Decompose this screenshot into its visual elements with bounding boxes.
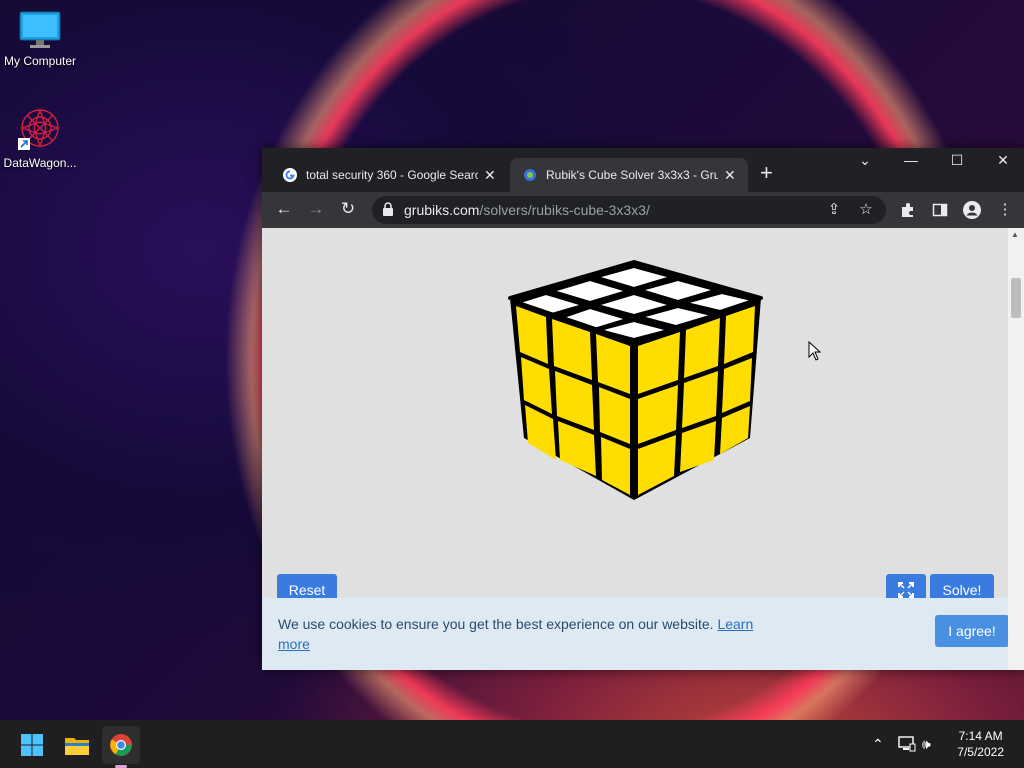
- url-text: grubiks.com/solvers/rubiks-cube-3x3x3/: [404, 202, 650, 218]
- tab-title: Rubik's Cube Solver 3x3x3 - Grubiks: [546, 168, 718, 182]
- page-content: Reset Solve! We use cookies to ensure yo…: [262, 228, 1008, 670]
- scroll-up-icon[interactable]: ▲: [1011, 230, 1019, 239]
- folder-icon: [65, 738, 89, 755]
- bookmark-star-icon[interactable]: ☆: [856, 200, 876, 218]
- forward-button[interactable]: →: [305, 199, 327, 219]
- menu-icon[interactable]: ⋮: [995, 200, 1015, 218]
- page-scrollbar[interactable]: ▲: [1008, 228, 1024, 670]
- desktop-icon-label: My Computer: [3, 54, 77, 68]
- desktop-icon-datawagon[interactable]: DataWagon...: [0, 106, 80, 170]
- scrollbar-thumb[interactable]: [1011, 278, 1021, 318]
- address-bar[interactable]: grubiks.com/solvers/rubiks-cube-3x3x3/ ⇪…: [372, 196, 886, 224]
- taskbar: ⌃ 🕪 7:14 AM 7/5/2022: [0, 720, 1024, 768]
- file-explorer-button[interactable]: [58, 726, 96, 764]
- computer-icon: [19, 11, 61, 48]
- cookie-message: We use cookies to ensure you get the bes…: [278, 614, 768, 654]
- browser-window: total security 360 - Google Search ✕ Rub…: [262, 148, 1024, 670]
- cookie-banner: We use cookies to ensure you get the bes…: [262, 598, 1008, 670]
- google-icon: [283, 168, 297, 182]
- clock[interactable]: 7:14 AM 7/5/2022: [957, 728, 1004, 760]
- close-tab-icon[interactable]: ✕: [484, 167, 496, 184]
- desktop-icon-my-computer[interactable]: My Computer: [0, 10, 80, 68]
- datawagon-icon: [18, 107, 61, 150]
- grubiks-favicon-icon: [524, 169, 536, 181]
- desktop-icon-label: DataWagon...: [3, 156, 77, 170]
- share-icon[interactable]: ⇪: [824, 200, 844, 218]
- close-window-button[interactable]: ✕: [988, 152, 1018, 169]
- rubiks-cube[interactable]: [484, 260, 784, 560]
- clock-date: 7/5/2022: [957, 745, 1004, 759]
- tab-google-search[interactable]: total security 360 - Google Search ✕: [272, 158, 508, 192]
- close-tab-icon[interactable]: ✕: [724, 167, 736, 184]
- agree-button[interactable]: I agree!: [935, 615, 1008, 647]
- chrome-taskbar-button[interactable]: [102, 726, 140, 768]
- maximize-button[interactable]: ☐: [942, 152, 972, 169]
- chrome-icon: [110, 734, 132, 756]
- mouse-cursor-icon: [808, 341, 822, 361]
- clock-time: 7:14 AM: [958, 729, 1003, 743]
- windows-logo-icon: [21, 734, 43, 756]
- minimize-button[interactable]: —: [896, 152, 926, 168]
- browser-toolbar: ← → ↻ grubiks.com/solvers/rubiks-cube-3x…: [262, 192, 1024, 228]
- side-panel-icon[interactable]: [932, 202, 948, 218]
- profile-icon[interactable]: [963, 201, 981, 219]
- reload-button[interactable]: ↻: [337, 199, 359, 219]
- start-button[interactable]: [13, 726, 51, 764]
- show-hidden-icons-button[interactable]: ⌃: [872, 736, 884, 753]
- extensions-icon[interactable]: [900, 202, 916, 218]
- tab-rubiks-solver[interactable]: Rubik's Cube Solver 3x3x3 - Grubiks ✕: [510, 158, 748, 192]
- back-button[interactable]: ←: [273, 199, 295, 219]
- expand-icon: [898, 582, 914, 598]
- tab-search-icon[interactable]: ⌄: [850, 152, 880, 169]
- network-icon[interactable]: [898, 736, 916, 752]
- tab-title: total security 360 - Google Search: [306, 168, 478, 182]
- tab-strip: total security 360 - Google Search ✕ Rub…: [262, 148, 1024, 192]
- new-tab-button[interactable]: +: [760, 160, 773, 186]
- lock-icon: [383, 202, 393, 216]
- volume-icon[interactable]: 🕪: [922, 736, 931, 753]
- cookie-text: We use cookies to ensure you get the bes…: [278, 616, 714, 632]
